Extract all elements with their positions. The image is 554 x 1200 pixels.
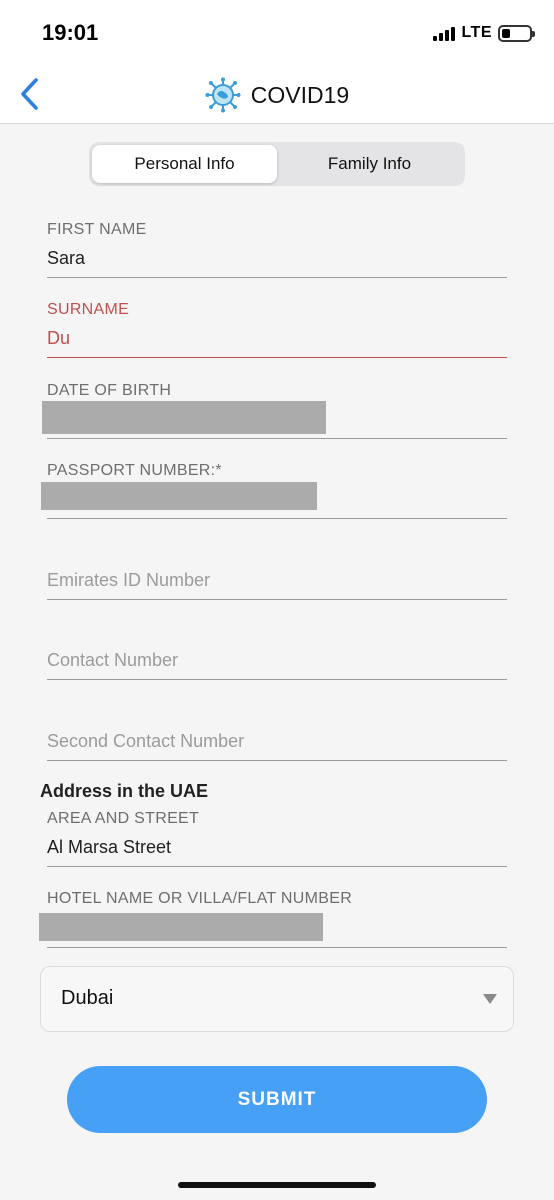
navigation-bar: COVID19 bbox=[0, 66, 554, 124]
first-name-value: Sara bbox=[47, 248, 86, 268]
surname-label: SURNAME bbox=[47, 301, 130, 318]
redacted-hotel-villa bbox=[39, 913, 323, 941]
second-contact-field[interactable]: Second Contact Number bbox=[47, 700, 507, 761]
hotel-villa-field[interactable]: HOTEL NAME OR VILLA/FLAT NUMBER bbox=[39, 881, 507, 948]
address-section-title: Address in the UAE bbox=[40, 781, 209, 801]
redacted-passport-number bbox=[41, 482, 317, 510]
emirate-select[interactable]: Dubai bbox=[40, 966, 514, 1032]
battery-level bbox=[502, 28, 510, 38]
hotel-villa-label: HOTEL NAME OR VILLA/FLAT NUMBER bbox=[47, 890, 353, 907]
status-time: 19:01 bbox=[42, 20, 99, 45]
emirates-id-field[interactable]: Emirates ID Number bbox=[47, 540, 507, 600]
tab-personal-info[interactable]: Personal Info bbox=[92, 145, 277, 183]
virus-icon bbox=[205, 77, 241, 113]
submit-button[interactable]: SUBMIT bbox=[67, 1066, 487, 1133]
area-street-field[interactable]: AREA AND STREET Al Marsa Street bbox=[47, 801, 507, 867]
area-street-label: AREA AND STREET bbox=[47, 810, 200, 827]
info-tabs: Personal Info Family Info bbox=[89, 142, 465, 186]
tab-family-info[interactable]: Family Info bbox=[277, 145, 462, 183]
cellular-signal-icon bbox=[433, 25, 456, 41]
first-name-label: FIRST NAME bbox=[47, 221, 147, 238]
area-street-value: Al Marsa Street bbox=[47, 837, 172, 857]
second-contact-placeholder: Second Contact Number bbox=[47, 731, 245, 751]
contact-number-field[interactable]: Contact Number bbox=[47, 620, 507, 680]
passport-number-label: PASSPORT NUMBER:* bbox=[47, 462, 222, 479]
date-of-birth-label: DATE OF BIRTH bbox=[47, 382, 172, 399]
network-type: LTE bbox=[461, 24, 492, 41]
status-indicators: LTE bbox=[433, 22, 535, 44]
surname-field[interactable]: SURNAME Du bbox=[47, 292, 507, 358]
battery-icon bbox=[498, 24, 535, 42]
redacted-date-of-birth bbox=[42, 401, 326, 434]
contact-number-placeholder: Contact Number bbox=[47, 650, 179, 670]
emirate-select-value: Dubai bbox=[61, 987, 114, 1009]
passport-number-field[interactable]: PASSPORT NUMBER:* bbox=[41, 453, 507, 519]
status-bar: 19:01 LTE bbox=[0, 0, 554, 66]
caret-down-icon bbox=[483, 994, 497, 1004]
home-indicator bbox=[178, 1182, 376, 1188]
surname-value: Du bbox=[47, 328, 71, 348]
nav-title-group: COVID19 bbox=[0, 76, 554, 114]
page-title: COVID19 bbox=[250, 81, 350, 108]
date-of-birth-field[interactable]: DATE OF BIRTH bbox=[42, 372, 507, 439]
first-name-field[interactable]: FIRST NAME Sara bbox=[47, 212, 507, 278]
emirates-id-placeholder: Emirates ID Number bbox=[47, 570, 211, 590]
